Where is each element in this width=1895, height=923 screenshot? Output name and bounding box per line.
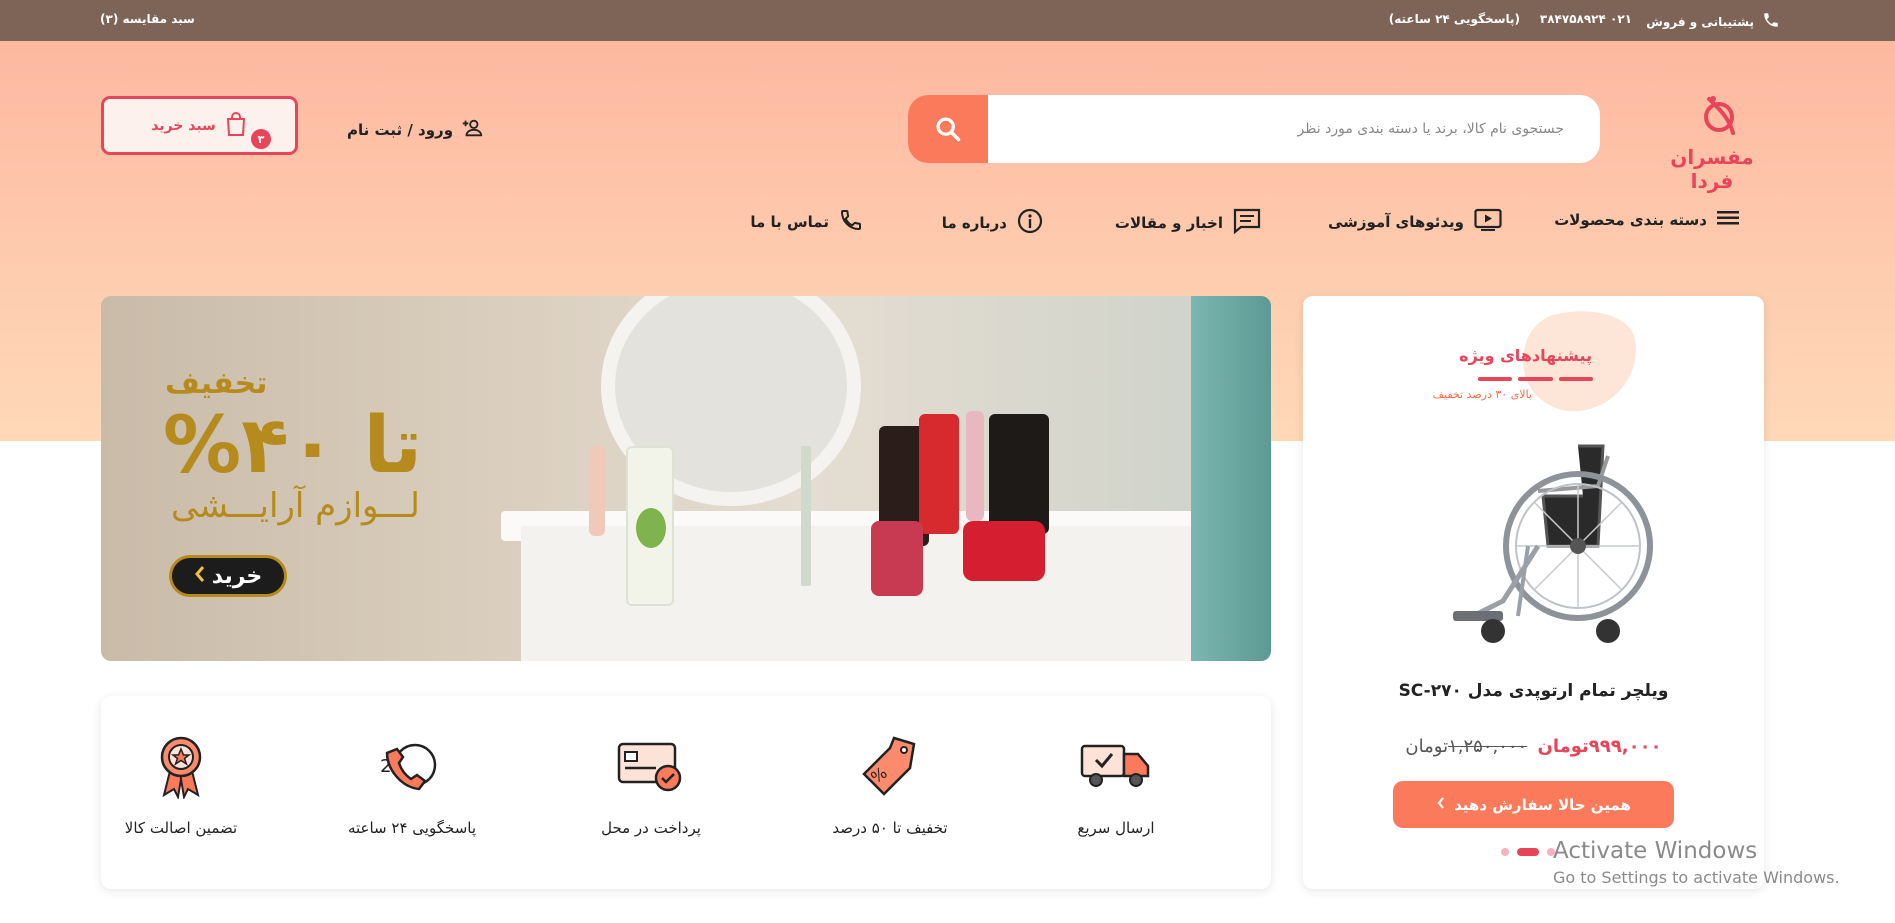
product-vase-image xyxy=(801,446,811,586)
watermark-line-1: Activate Windows xyxy=(1553,838,1758,864)
add-user-icon xyxy=(461,117,483,143)
shopping-bag-icon xyxy=(224,111,248,141)
product-name[interactable]: ویلچر تمام ارتوپدی مدل SC-۲۷۰ xyxy=(1303,681,1764,701)
phone-icon xyxy=(839,208,863,236)
phone-icon xyxy=(1762,11,1780,32)
banner-buy-label: خرید xyxy=(211,563,263,589)
feature-item: تضمین اصالت کالا xyxy=(81,731,281,837)
chat-icon xyxy=(1233,208,1261,238)
feature-item: 24 پاسخگویی ۲۴ ساعته xyxy=(312,731,512,837)
special-offer-subtitle: بالای ۳۰ درصد تخفیف xyxy=(1432,388,1532,401)
cart-label: سبد خرید xyxy=(151,117,216,134)
new-price-currency: تومان xyxy=(1537,736,1589,757)
top-bar: پشتیبانی و فروش ۰۲۱ ۳۸۴۷۵۸۹۲۴ (پاسخگویی … xyxy=(0,0,1895,41)
chevron-left-icon xyxy=(1436,796,1446,814)
order-now-button[interactable]: همین حالا سفارش دهید xyxy=(1393,781,1674,828)
product-cream-jar-image xyxy=(963,521,1045,581)
support-contact[interactable]: پشتیبانی و فروش xyxy=(1646,11,1780,32)
feature-label: پاسخگویی ۲۴ ساعته xyxy=(347,819,477,837)
support-24-icon: 24 xyxy=(312,731,512,801)
nav-label: درباره ما xyxy=(941,214,1007,232)
support-phone[interactable]: ۰۲۱ ۳۸۴۷۵۸۹۲۴ xyxy=(1540,12,1632,26)
nav-item-videos[interactable]: ویدئوهای آموزشی xyxy=(1328,208,1502,236)
product-lipgloss-image xyxy=(589,446,605,536)
feature-item: پرداخت در محل xyxy=(551,731,751,837)
logo-mark-icon xyxy=(1704,96,1735,135)
windows-activation-watermark: Activate Windows Go to Settings to activ… xyxy=(1553,838,1840,887)
nav-label: اخبار و مقالات xyxy=(1114,214,1223,232)
product-tube-red-image xyxy=(919,414,959,534)
product-polish-pink-image xyxy=(966,411,984,521)
carousel-dot-active[interactable] xyxy=(1517,848,1539,856)
banner-discount: تا ۴۰% xyxy=(163,401,423,491)
feature-label: ارسال سریع xyxy=(1077,819,1155,837)
new-price: ۹۹۹,۰۰۰ xyxy=(1588,736,1662,757)
feature-item: % تخفیف تا ۵۰ درصد xyxy=(790,731,990,837)
feature-label: تضمین اصالت کالا xyxy=(124,819,238,837)
feature-label: پرداخت در محل xyxy=(601,819,701,837)
product-cream-tube-image xyxy=(626,446,674,606)
menu-icon xyxy=(1717,208,1739,232)
cart-button[interactable]: سبد خرید ۳ xyxy=(101,96,298,155)
compare-cart-link[interactable]: سبد مقایسه (۳) xyxy=(100,12,195,26)
medal-icon xyxy=(81,731,281,801)
support-hours: (پاسخگویی ۲۴ ساعته) xyxy=(1388,12,1520,26)
support-label: پشتیبانی و فروش xyxy=(1646,14,1754,29)
nav-label: ویدئوهای آموزشی xyxy=(1327,213,1464,231)
site-logo[interactable]: مفسران فردا xyxy=(1657,93,1767,193)
features-panel: ارسال سریع % تخفیف تا ۵۰ درصد پرداخت در … xyxy=(101,696,1271,889)
search-button[interactable] xyxy=(908,95,988,163)
title-underline xyxy=(1478,377,1593,381)
nav-label: دسته بندی محصولات xyxy=(1554,211,1707,229)
banner-discount-word: تخفیف xyxy=(165,366,268,401)
login-label: ورود / ثبت نام xyxy=(347,121,454,139)
carousel-dots xyxy=(1501,848,1555,856)
feature-item: ارسال سریع xyxy=(1016,731,1216,837)
order-now-label: همین حالا سفارش دهید xyxy=(1454,795,1631,814)
video-play-icon xyxy=(1474,208,1502,236)
info-icon xyxy=(1017,208,1043,238)
product-tube-dark-image xyxy=(989,414,1049,534)
login-register-link[interactable]: ورود / ثبت نام xyxy=(347,117,483,143)
search-icon xyxy=(936,117,961,142)
nav-label: تماس با ما xyxy=(750,213,829,231)
old-price-currency: تومان xyxy=(1405,736,1449,757)
promo-banner[interactable]: تخفیف تا ۴۰% لـــوازم آرایـــشی خرید xyxy=(101,296,1271,661)
truck-icon xyxy=(1016,731,1216,801)
special-offer-title: پیشنهادهای ویژه xyxy=(1459,346,1592,365)
cart-count-badge: ۳ xyxy=(251,129,271,149)
old-price: ۱,۲۵۰,۰۰۰ xyxy=(1448,736,1528,757)
special-offer-card: پیشنهادهای ویژه بالای ۳۰ درصد تخفیف ویلچ… xyxy=(1303,296,1764,889)
banner-curtain-image xyxy=(1191,296,1271,661)
carousel-dot[interactable] xyxy=(1501,848,1509,856)
banner-buy-button[interactable]: خرید xyxy=(169,555,287,597)
watermark-line-2: Go to Settings to activate Windows. xyxy=(1553,868,1840,887)
nav-item-news[interactable]: اخبار و مقالات xyxy=(1115,208,1261,238)
chevron-left-icon xyxy=(194,564,206,589)
search-input[interactable] xyxy=(988,95,1600,163)
wheelchair-product-image[interactable] xyxy=(1398,416,1678,656)
logo-text: مفسران فردا xyxy=(1670,145,1754,193)
search-bar xyxy=(908,95,1600,163)
product-price: ۹۹۹,۰۰۰تومان ۱,۲۵۰,۰۰۰تومان xyxy=(1303,736,1764,757)
card-payment-icon xyxy=(551,731,751,801)
nav-item-contact[interactable]: تماس با ما xyxy=(750,208,863,236)
nav-item-categories[interactable]: دسته بندی محصولات xyxy=(1554,208,1739,232)
discount-tag-icon: % xyxy=(790,731,990,801)
product-nail-polish-image xyxy=(871,521,923,596)
banner-subtitle: لـــوازم آرایـــشی xyxy=(171,486,420,526)
nav-item-about[interactable]: درباره ما xyxy=(942,208,1043,238)
feature-label: تخفیف تا ۵۰ درصد xyxy=(832,819,948,837)
